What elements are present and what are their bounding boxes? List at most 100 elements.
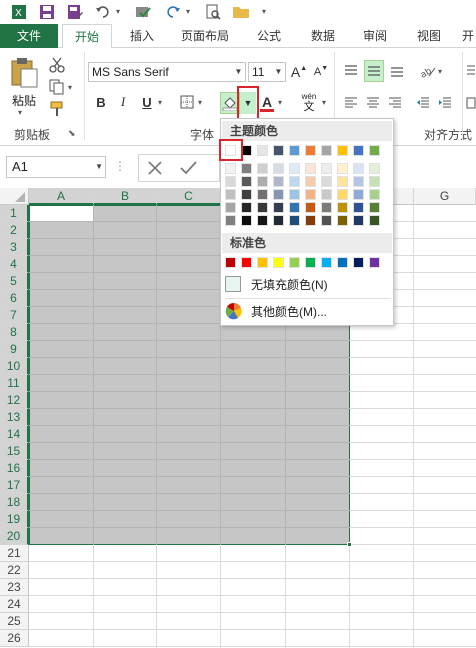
align-bottom-icon[interactable] [388, 62, 406, 80]
theme-shade-swatch[interactable] [369, 215, 380, 226]
row-header-2[interactable]: 2 [0, 222, 29, 239]
row-header-18[interactable]: 18 [0, 494, 29, 511]
align-top-icon[interactable] [342, 62, 360, 80]
row-header-19[interactable]: 19 [0, 511, 29, 528]
theme-shade-swatch[interactable] [337, 176, 348, 187]
paste-icon[interactable] [8, 56, 40, 90]
standard-swatch[interactable] [305, 257, 316, 268]
standard-swatch[interactable] [321, 257, 332, 268]
font-size-dropdown-icon[interactable]: ▼ [272, 63, 285, 81]
row-header-14[interactable]: 14 [0, 426, 29, 443]
theme-shade-swatch[interactable] [289, 163, 300, 174]
theme-shade-swatch[interactable] [369, 163, 380, 174]
tab-review[interactable]: 审阅 [352, 24, 398, 48]
column-header-b[interactable]: B [94, 188, 157, 205]
theme-shade-swatch[interactable] [321, 189, 332, 200]
decrease-indent-icon[interactable] [414, 94, 432, 112]
tab-data[interactable]: 数据 [300, 24, 346, 48]
borders-icon[interactable] [178, 92, 196, 112]
theme-shade-swatch[interactable] [353, 176, 364, 187]
theme-shade-swatch[interactable] [241, 189, 252, 200]
theme-shade-swatch[interactable] [289, 202, 300, 213]
phonetic-dropdown-icon[interactable]: ▾ [322, 98, 326, 107]
theme-shade-swatch[interactable] [273, 176, 284, 187]
row-header-1[interactable]: 1 [0, 205, 29, 222]
row-header-20[interactable]: 20 [0, 528, 29, 545]
theme-shade-swatch[interactable] [369, 176, 380, 187]
customize-qat-icon[interactable]: ▾ [262, 7, 266, 16]
theme-shade-swatch[interactable] [289, 215, 300, 226]
theme-shade-swatch[interactable] [225, 163, 236, 174]
font-color-button[interactable]: A [258, 92, 276, 114]
theme-shade-swatch[interactable] [257, 202, 268, 213]
select-all-corner[interactable] [0, 188, 29, 205]
standard-swatch[interactable] [353, 257, 364, 268]
standard-swatch[interactable] [289, 257, 300, 268]
row-header-26[interactable]: 26 [0, 630, 29, 647]
theme-shade-swatch[interactable] [321, 215, 332, 226]
row-header-13[interactable]: 13 [0, 409, 29, 426]
name-box-dropdown-icon[interactable]: ▼ [95, 157, 103, 177]
tab-page-layout[interactable]: 页面布局 [172, 24, 238, 48]
copy-icon[interactable] [48, 78, 66, 96]
theme-shade-swatch[interactable] [241, 202, 252, 213]
theme-shade-swatch[interactable] [321, 176, 332, 187]
clipboard-launcher-icon[interactable]: ⬊ [68, 128, 76, 139]
row-header-11[interactable]: 11 [0, 375, 29, 392]
open-folder-icon[interactable] [232, 3, 250, 21]
shrink-font-button[interactable]: A ▼ [312, 62, 330, 82]
theme-shade-swatch[interactable] [241, 215, 252, 226]
check-compat-icon[interactable] [134, 3, 152, 21]
theme-shade-swatch[interactable] [305, 163, 316, 174]
theme-shade-swatch[interactable] [337, 202, 348, 213]
row-header-7[interactable]: 7 [0, 307, 29, 324]
column-header-a[interactable]: A [29, 188, 94, 205]
align-left-icon[interactable] [342, 94, 360, 112]
row-header-16[interactable]: 16 [0, 460, 29, 477]
save-icon[interactable] [38, 3, 56, 21]
theme-shade-swatch[interactable] [305, 176, 316, 187]
underline-dropdown-icon[interactable]: ▾ [158, 98, 162, 107]
orientation-icon[interactable]: ab [418, 62, 438, 80]
theme-shade-swatch[interactable] [257, 176, 268, 187]
increase-indent-icon[interactable] [436, 94, 454, 112]
theme-shade-swatch[interactable] [225, 202, 236, 213]
theme-swatch[interactable] [305, 145, 316, 156]
theme-shade-swatch[interactable] [305, 189, 316, 200]
column-header-g[interactable]: G [414, 188, 476, 205]
cancel-icon[interactable] [146, 159, 164, 177]
column-header-c[interactable]: C [157, 188, 221, 205]
undo-icon[interactable] [94, 3, 112, 21]
underline-button[interactable]: U [138, 92, 156, 112]
theme-shade-swatch[interactable] [337, 163, 348, 174]
active-cell[interactable] [30, 206, 93, 221]
theme-shade-swatch[interactable] [289, 189, 300, 200]
tab-developer[interactable]: 开 [460, 24, 476, 48]
font-name-dropdown-icon[interactable]: ▼ [232, 63, 245, 81]
row-header-9[interactable]: 9 [0, 341, 29, 358]
fill-handle[interactable] [347, 542, 352, 547]
row-header-21[interactable]: 21 [0, 545, 29, 562]
theme-shade-swatch[interactable] [257, 163, 268, 174]
font-color-dropdown-icon[interactable]: ▾ [278, 98, 282, 107]
theme-swatch[interactable] [369, 145, 380, 156]
name-box[interactable]: A1 ▼ [6, 156, 106, 178]
paste-label[interactable]: 粘贴 [12, 92, 36, 109]
theme-shade-swatch[interactable] [337, 215, 348, 226]
row-header-12[interactable]: 12 [0, 392, 29, 409]
tab-file[interactable]: 文件 [0, 24, 58, 48]
wrap-text-icon[interactable] [466, 62, 476, 80]
theme-swatch[interactable] [273, 145, 284, 156]
row-header-15[interactable]: 15 [0, 443, 29, 460]
standard-swatch[interactable] [369, 257, 380, 268]
theme-shade-swatch[interactable] [273, 215, 284, 226]
align-right-icon[interactable] [386, 94, 404, 112]
redo-icon[interactable] [164, 3, 182, 21]
theme-shade-swatch[interactable] [353, 189, 364, 200]
theme-shade-swatch[interactable] [273, 189, 284, 200]
theme-shade-swatch[interactable] [225, 176, 236, 187]
align-middle-icon[interactable] [364, 60, 384, 82]
theme-shade-swatch[interactable] [321, 202, 332, 213]
format-painter-icon[interactable] [48, 100, 66, 118]
merge-center-icon[interactable] [466, 94, 476, 112]
